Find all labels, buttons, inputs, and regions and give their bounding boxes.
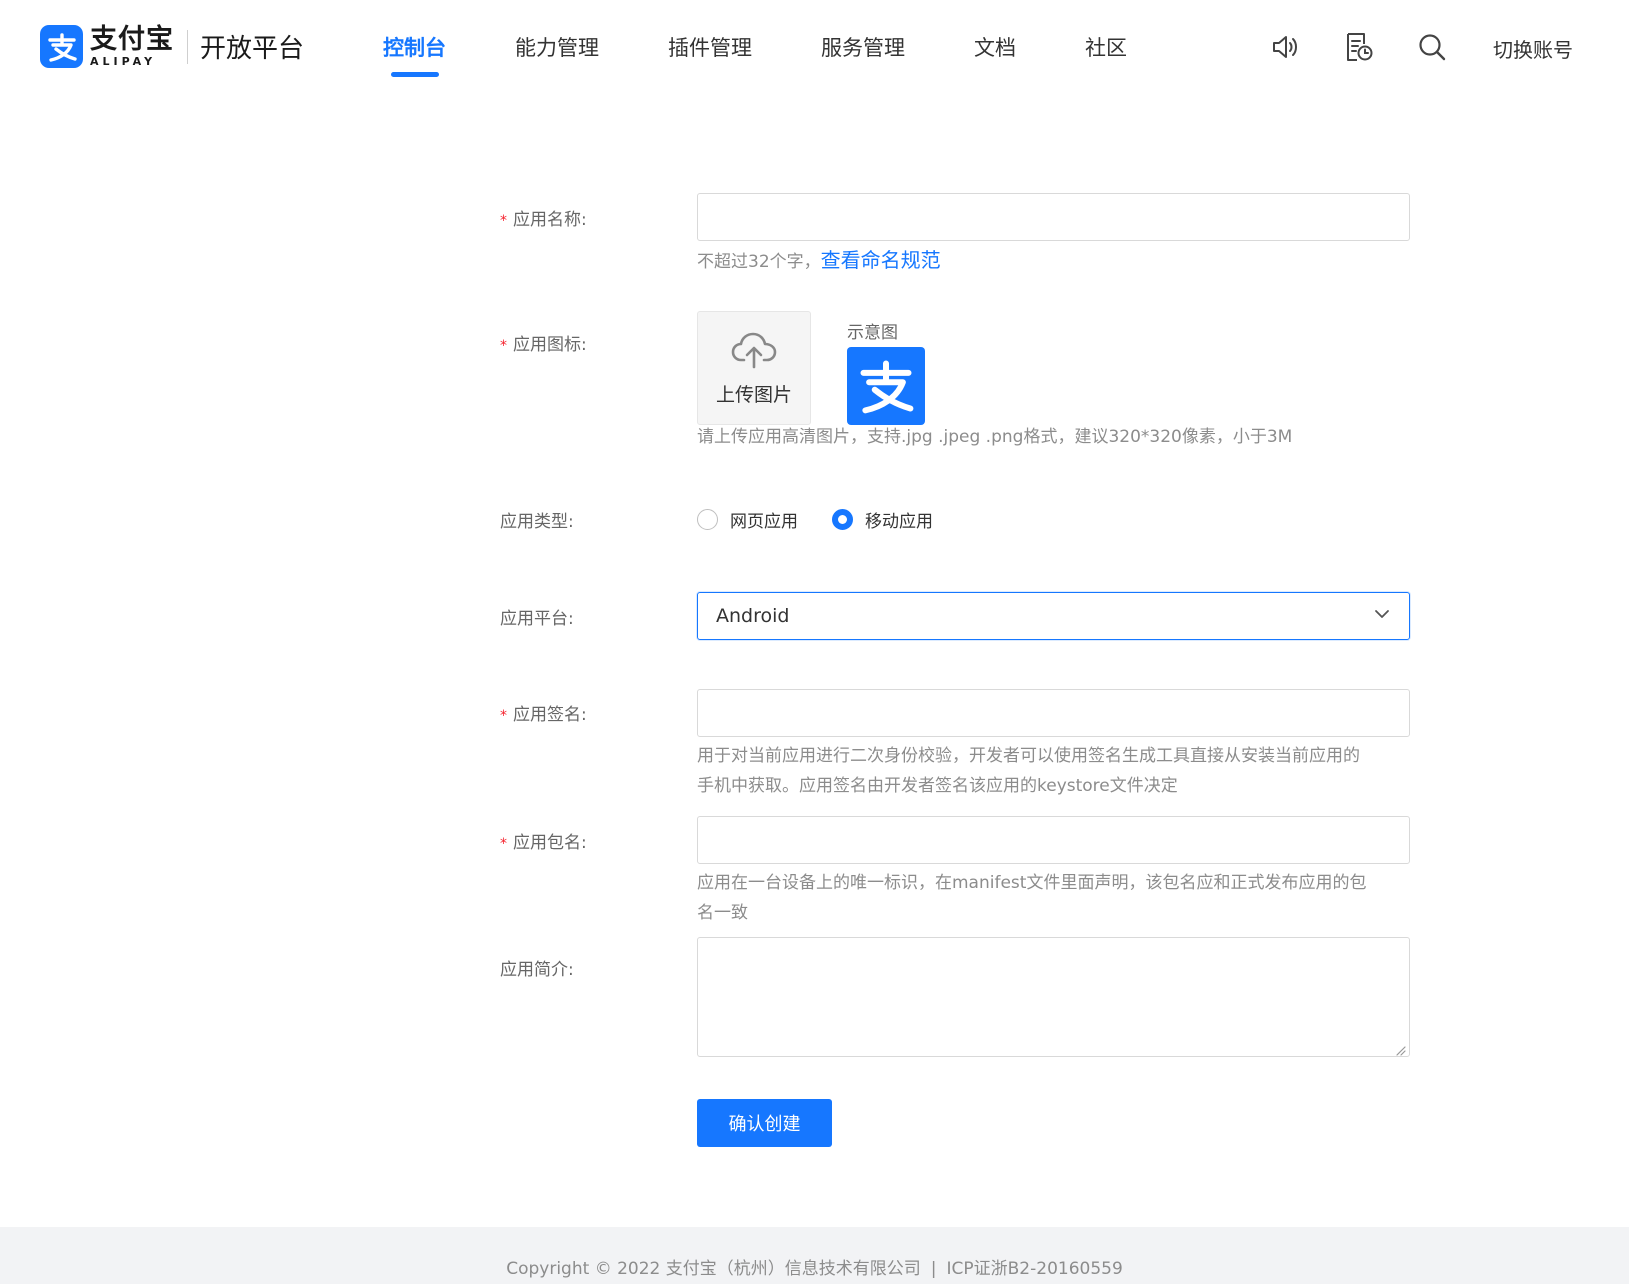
app-platform-select[interactable]: Android (697, 592, 1410, 640)
app-type-label: 应用类型: (500, 512, 574, 532)
alipay-sample-icon (847, 347, 925, 425)
app-icon-hint: 请上传应用高清图片，支持.jpg .jpeg .png格式，建议320*320像… (697, 427, 1293, 447)
app-intro-textarea[interactable] (697, 937, 1410, 1057)
page-footer: Copyright © 2022 支付宝（杭州）信息技术有限公司 | ICP证浙B2… (0, 1227, 1629, 1284)
search-icon[interactable] (1415, 30, 1449, 64)
upload-image-label: 上传图片 (715, 383, 792, 406)
nav-tab-service-management[interactable]: 服务管理 (821, 32, 905, 62)
nav-tab-capability-management[interactable]: 能力管理 (515, 32, 599, 62)
radio-web-app-label: 网页应用 (730, 512, 798, 532)
footer-separator: | (930, 1259, 937, 1279)
naming-rules-link[interactable]: 查看命名规范 (821, 248, 941, 272)
app-package-input[interactable] (697, 816, 1410, 864)
app-signature-hint: 用于对当前应用进行二次身份校验，开发者可以使用签名生成工具直接从安装当前应用的 … (697, 746, 1360, 796)
cloud-upload-icon (730, 330, 778, 374)
active-tab-indicator (391, 72, 439, 77)
top-header: 支付宝 ALIPAY 开放平台 控制台 能力管理 插件管理 服务管理 文档 社区 (0, 0, 1629, 100)
confirm-create-button[interactable]: 确认创建 (697, 1099, 832, 1147)
alipay-logo[interactable]: 支付宝 ALIPAY 开放平台 (40, 25, 304, 68)
app-platform-label: 应用平台: (500, 609, 574, 629)
chevron-down-icon (1373, 605, 1391, 627)
alipay-logo-icon (40, 25, 83, 68)
footer-icp-link[interactable]: ICP证浙B2-20160559 (947, 1259, 1123, 1279)
app-intro-label: 应用简介: (500, 960, 574, 980)
upload-image-button[interactable]: 上传图片 (697, 311, 811, 425)
footer-text: Copyright © 2022 支付宝（杭州）信息技术有限公司 | ICP证浙B2… (0, 1254, 1629, 1279)
app-package-label: * 应用包名: (500, 833, 587, 853)
app-package-hint: 应用在一台设备上的唯一标识，在manifest文件里面声明，该包名应和正式发布应… (697, 873, 1367, 923)
required-asterisk: * (500, 338, 507, 354)
nav-tab-console[interactable]: 控制台 (383, 32, 446, 62)
required-asterisk: * (500, 708, 507, 724)
app-platform-selected-value: Android (716, 605, 790, 627)
document-clock-icon[interactable] (1341, 30, 1375, 64)
nav-tab-docs[interactable]: 文档 (974, 32, 1016, 62)
nav-tab-community[interactable]: 社区 (1085, 32, 1127, 62)
footer-copyright: Copyright © 2022 支付宝（杭州）信息技术有限公司 (506, 1259, 921, 1279)
brand-name-cn: 支付宝 (90, 24, 174, 55)
logo-divider (187, 29, 188, 64)
app-icon-label: * 应用图标: (500, 335, 587, 355)
radio-mobile-app[interactable]: 移动应用 (832, 507, 933, 532)
app-name-hint: 不超过32个字，查看命名规范 (697, 248, 941, 272)
radio-mobile-app-label: 移动应用 (865, 512, 933, 532)
nav-tab-plugin-management[interactable]: 插件管理 (668, 32, 752, 62)
radio-mobile-app-circle[interactable] (832, 509, 853, 530)
app-signature-label: * 应用签名: (500, 705, 587, 725)
radio-web-app[interactable]: 网页应用 (697, 507, 798, 532)
required-asterisk: * (500, 213, 507, 229)
app-name-input[interactable] (697, 193, 1410, 241)
resize-handle-icon[interactable] (1394, 1041, 1406, 1056)
brand-name-en: ALIPAY (90, 55, 157, 68)
app-name-label: * 应用名称: (500, 210, 587, 230)
switch-account-link[interactable]: 切换账号 (1493, 34, 1573, 63)
speaker-icon[interactable] (1268, 30, 1302, 64)
radio-web-app-circle[interactable] (697, 509, 718, 530)
platform-title: 开放平台 (200, 34, 305, 64)
required-asterisk: * (500, 836, 507, 852)
app-signature-input[interactable] (697, 689, 1410, 737)
sample-icon-label: 示意图 (847, 323, 898, 343)
